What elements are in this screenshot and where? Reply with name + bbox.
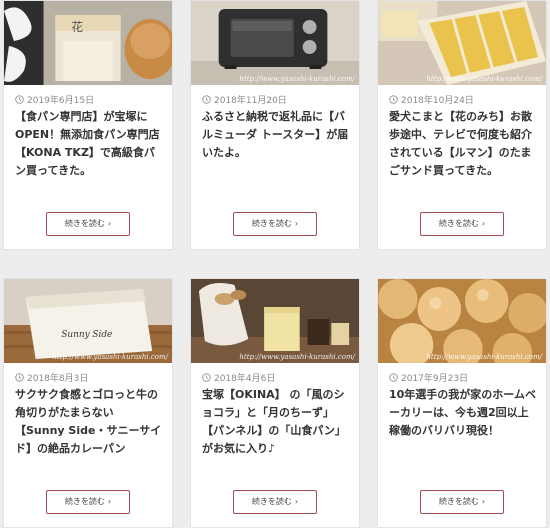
post-thumbnail[interactable]: http://www.yasashi-kurashi.com/	[378, 1, 546, 85]
post-title[interactable]: 愛犬こまと【花のみち】お散歩途中、テレビで何度も紹介されている【ルマン】のたまご…	[389, 108, 536, 180]
bag-label: Sunny Side	[61, 330, 112, 340]
post-title[interactable]: 【食パン専門店】が宝塚にOPEN！無添加食パン専門店【KONA TKZ】で高級食…	[15, 108, 162, 180]
read-more-label: 続きを読む	[251, 219, 292, 228]
read-more-label: 続きを読む	[251, 497, 292, 506]
post-card[interactable]: http://www.yasashi-kurashi.com/ 2018年11月…	[190, 0, 360, 250]
clock-icon	[15, 373, 24, 382]
read-more-label: 続きを読む	[438, 219, 479, 228]
watermark: http://www.yasashi-kurashi.com/	[52, 353, 168, 361]
clock-icon	[202, 373, 211, 382]
post-date-text: 2018年8月3日	[27, 374, 89, 384]
watermark: http://www.yasashi-kurashi.com/	[239, 75, 355, 83]
read-more-button[interactable]: 続きを読む ›	[46, 212, 130, 236]
watermark: http://www.yasashi-kurashi.com/	[426, 75, 542, 83]
clock-icon	[15, 95, 24, 104]
post-date: 2017年9月23日	[389, 371, 468, 384]
post-date-text: 2018年4月6日	[214, 374, 276, 384]
read-more-label: 続きを読む	[438, 497, 479, 506]
clock-icon	[202, 95, 211, 104]
post-date-text: 2019年6月15日	[27, 96, 95, 106]
post-date-text: 2018年11月20日	[214, 96, 287, 106]
post-card[interactable]: http://www.yasashi-kurashi.com/ 2018年10月…	[377, 0, 547, 250]
post-date: 2018年10月24日	[389, 93, 474, 106]
post-thumbnail[interactable]: http://www.yasashi-kurashi.com/	[191, 279, 359, 363]
post-card[interactable]: http://www.yasashi-kurashi.com/ 2018年4月6…	[190, 278, 360, 528]
post-date: 2018年8月3日	[15, 371, 88, 384]
post-date: 2018年11月20日	[202, 93, 287, 106]
read-more-button[interactable]: 続きを読む ›	[233, 490, 317, 514]
post-title[interactable]: 10年選手の我が家のホームベーカリーは、今も週2回以上稼働のバリバリ現役！	[389, 386, 536, 440]
post-thumbnail[interactable]: http://www.yasashi-kurashi.com/	[378, 279, 546, 363]
post-date: 2019年6月15日	[15, 93, 94, 106]
clock-icon	[389, 373, 398, 382]
post-title[interactable]: ふるさと納税で返礼品に【バルミューダ トースター】が届いたよ。	[202, 108, 349, 162]
post-date-text: 2018年10月24日	[401, 96, 474, 106]
post-thumbnail[interactable]: 花	[4, 1, 172, 85]
watermark: http://www.yasashi-kurashi.com/	[239, 353, 355, 361]
chevron-right-icon: ›	[107, 497, 112, 506]
svg-text:花: 花	[71, 20, 83, 34]
post-thumbnail[interactable]: Sunny Side http://www.yasashi-kurashi.co…	[4, 279, 172, 363]
read-more-button[interactable]: 続きを読む ›	[420, 490, 504, 514]
chevron-right-icon: ›	[294, 497, 299, 506]
watermark: http://www.yasashi-kurashi.com/	[426, 353, 542, 361]
post-card[interactable]: Sunny Side http://www.yasashi-kurashi.co…	[3, 278, 173, 528]
post-card[interactable]: http://www.yasashi-kurashi.com/ 2017年9月2…	[377, 278, 547, 528]
post-thumbnail[interactable]: http://www.yasashi-kurashi.com/	[191, 1, 359, 85]
post-date: 2018年4月6日	[202, 371, 275, 384]
chevron-right-icon: ›	[107, 219, 112, 228]
post-card[interactable]: 花 2019年6月15日 【食パン専門店】が宝塚にOPEN！無添加食パン専門店【…	[3, 0, 173, 250]
read-more-button[interactable]: 続きを読む ›	[420, 212, 504, 236]
read-more-label: 続きを読む	[64, 497, 105, 506]
clock-icon	[389, 95, 398, 104]
post-date-text: 2017年9月23日	[401, 374, 469, 384]
post-title[interactable]: 宝塚【OKINA】 の「風のショコラ」と「月のちーず」【パンネル】の「山食パン」…	[202, 386, 349, 458]
read-more-label: 続きを読む	[64, 219, 105, 228]
chevron-right-icon: ›	[481, 497, 486, 506]
read-more-button[interactable]: 続きを読む ›	[46, 490, 130, 514]
read-more-button[interactable]: 続きを読む ›	[233, 212, 317, 236]
post-title[interactable]: サクサク食感とゴロっと牛の角切りがたまらない【Sunny Side・サニーサイド…	[15, 386, 162, 458]
chevron-right-icon: ›	[481, 219, 486, 228]
chevron-right-icon: ›	[294, 219, 299, 228]
